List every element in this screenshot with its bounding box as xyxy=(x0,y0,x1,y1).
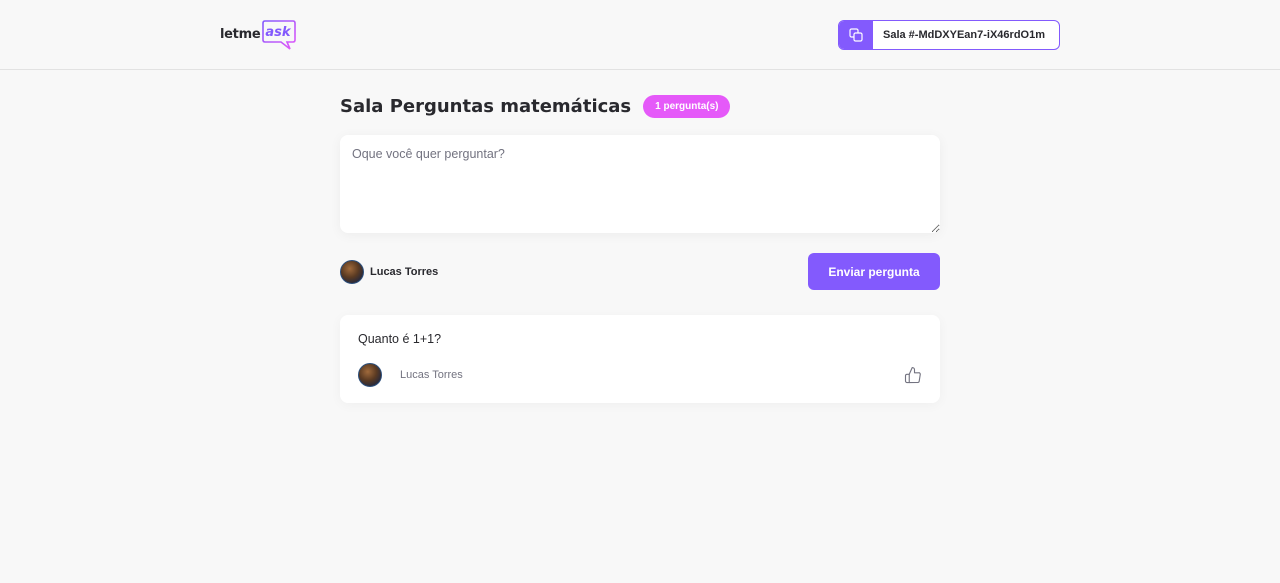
room-title: Sala Perguntas matemáticas xyxy=(340,96,632,117)
avatar xyxy=(358,363,382,387)
copy-icon xyxy=(849,27,863,42)
question-textarea[interactable] xyxy=(340,135,940,233)
logo-text-letme: letme xyxy=(220,27,261,42)
question-author: Lucas Torres xyxy=(358,363,463,387)
question-footer: Lucas Torres xyxy=(358,363,922,387)
like-button[interactable] xyxy=(904,366,922,384)
logo[interactable]: letme ask xyxy=(220,15,297,55)
author-name: Lucas Torres xyxy=(400,369,463,381)
form-footer: Lucas Torres Enviar pergunta xyxy=(340,253,940,290)
question-list: Quanto é 1+1? Lucas Torres xyxy=(340,315,940,403)
send-question-button[interactable]: Enviar pergunta xyxy=(808,253,940,290)
room-code-label: Sala #-MdDXYEan7-iX46rdO1m xyxy=(882,28,1045,41)
logo-bubble-icon: ask xyxy=(261,18,297,52)
logo-text-ask: ask xyxy=(265,24,291,40)
question-content: Quanto é 1+1? xyxy=(358,332,442,346)
user-info: Lucas Torres xyxy=(340,259,439,284)
main-content: Sala Perguntas matemáticas 1 pergunta(s)… xyxy=(340,95,940,403)
room-code-button[interactable]: Sala #-MdDXYEan7-iX46rdO1m xyxy=(837,19,1060,50)
question-form: Lucas Torres Enviar pergunta xyxy=(340,135,940,290)
like-icon xyxy=(904,366,921,384)
avatar xyxy=(340,259,364,284)
header: letme ask Sala #-MdDXYEan7-iX46rdO1m xyxy=(0,0,1280,70)
copy-icon-container[interactable] xyxy=(838,20,873,49)
user-name: Lucas Torres xyxy=(370,265,439,278)
header-content: letme ask Sala #-MdDXYEan7-iX46rdO1m xyxy=(220,0,1060,69)
question-card: Quanto é 1+1? Lucas Torres xyxy=(340,315,940,403)
question-count-badge: 1 pergunta(s) xyxy=(643,95,731,118)
room-title-row: Sala Perguntas matemáticas 1 pergunta(s) xyxy=(340,95,940,118)
